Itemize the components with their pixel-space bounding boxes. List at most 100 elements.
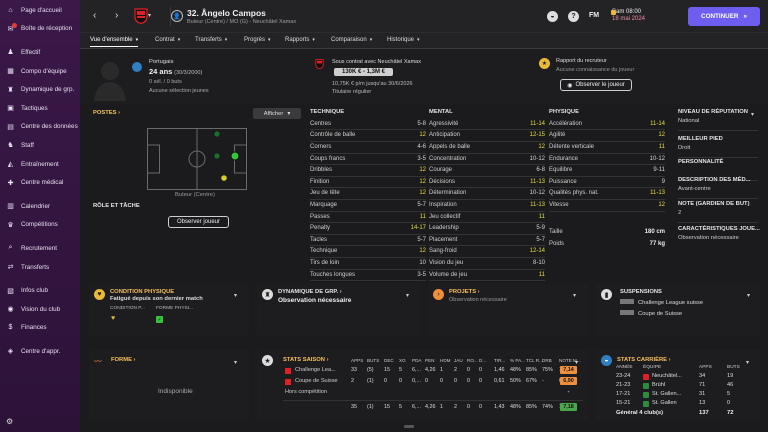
attribute-row[interactable]: Décisions 11-13: [429, 176, 545, 188]
stat-column-header[interactable]: % PA...: [510, 358, 525, 363]
attribute-row[interactable]: Centres 5-8: [310, 118, 426, 130]
career-stats-card[interactable]: ◒ STATS CARRIÈRE › ▾ ANNÉE ÉQUIPE APPS BUTS…: [596, 350, 760, 421]
condition-card[interactable]: ♥ CONDITION PHYSIQUE Fatigué depuis son …: [89, 284, 249, 335]
chevron-down-icon[interactable]: ▾: [234, 292, 237, 299]
sidebar-item-16[interactable]: $ Finances: [0, 319, 80, 338]
attribute-row[interactable]: Concentration 10-12: [429, 153, 545, 165]
sidebar-item-10[interactable]: ▥ Calendrier: [0, 197, 80, 216]
sidebar-item-11[interactable]: ♛ Compétitions: [0, 216, 80, 235]
attribute-row[interactable]: Equilibre 9-11: [549, 164, 665, 176]
stat-column-header[interactable]: PEN: [425, 358, 434, 363]
projects-card[interactable]: › PROJETS › Observation nécessaire ▾: [428, 284, 588, 335]
chevron-down-icon[interactable]: ▾: [575, 359, 578, 366]
career-column-header[interactable]: APPS: [699, 365, 712, 370]
stat-column-header[interactable]: D...: [479, 358, 486, 363]
sidebar-item-5[interactable]: ▣ Tactiques: [0, 99, 80, 118]
attribute-row[interactable]: Penalty 14-17: [310, 222, 426, 234]
sidebar-item-3[interactable]: ▦ Compo d'équipe: [0, 62, 80, 81]
attribute-row[interactable]: Endurance 10-12: [549, 153, 665, 165]
suspensions-card[interactable]: ▮ SUSPENSIONS Challenge League suisse Co…: [596, 284, 760, 335]
tab-5[interactable]: Comparaison ▾: [331, 37, 372, 43]
stat-column-header[interactable]: HDM: [440, 358, 450, 363]
attribute-row[interactable]: Finition 12: [310, 176, 426, 188]
nationality[interactable]: Portugais: [149, 59, 174, 65]
positions-title[interactable]: POSTES ›: [93, 110, 120, 116]
sidebar-item-4[interactable]: ♜ Dynamique de grp.: [0, 80, 80, 99]
attribute-row[interactable]: Dribbles 12: [310, 164, 426, 176]
sidebar-item-6[interactable]: ▤ Centre des données: [0, 118, 80, 137]
sidebar-item-15[interactable]: ◉ Vision du club: [0, 300, 80, 319]
attribute-row[interactable]: Jeu de tête 12: [310, 188, 426, 200]
attribute-row[interactable]: Passes 11: [310, 211, 426, 223]
attribute-row[interactable]: Accélération 11-14: [549, 118, 665, 130]
chevron-down-icon[interactable]: ▾: [747, 292, 750, 299]
sidebar-item-7[interactable]: ♞ Staff: [0, 136, 80, 155]
sidebar-item-0[interactable]: ⌂ Page d'accueil: [0, 1, 80, 20]
attribute-row[interactable]: Appels de balle 12: [429, 141, 545, 153]
world-icon[interactable]: ◒: [547, 11, 558, 22]
sidebar-item-14[interactable]: ▧ Infos club: [0, 281, 80, 300]
attribute-row[interactable]: Puissance 9: [549, 176, 665, 188]
attribute-row[interactable]: Détente verticale 11: [549, 141, 665, 153]
scroll-indicator[interactable]: [404, 425, 414, 428]
attribute-row[interactable]: Agressivité 11-14: [429, 118, 545, 130]
stat-column-header[interactable]: DRB: [542, 358, 552, 363]
sidebar-item-1[interactable]: ✉ Boîte de réception: [0, 20, 80, 39]
sidebar-item-2[interactable]: ♟ Effectif: [0, 43, 80, 62]
stat-column-header[interactable]: BUTS: [367, 358, 379, 363]
form-card[interactable]: 〰 FORME › Indisponible ▾: [89, 350, 249, 421]
attribute-row[interactable]: Vitesse 12: [549, 199, 665, 211]
attribute-row[interactable]: Anticipation 12-15: [429, 130, 545, 142]
fm-logo[interactable]: FM: [589, 12, 599, 19]
stat-column-header[interactable]: PDA: [412, 358, 421, 363]
club-crest-icon[interactable]: [134, 8, 148, 25]
competition-name[interactable]: Hors compétition: [285, 389, 327, 395]
settings-gear-icon[interactable]: ⚙: [6, 417, 13, 426]
sidebar-item-8[interactable]: ◭ Entraînement: [0, 155, 80, 174]
chevron-down-icon[interactable]: ▾: [573, 292, 576, 299]
attribute-row[interactable]: Inspiration 11-13: [429, 199, 545, 211]
date-display[interactable]: Sam 08:00 18 mai 2024: [612, 9, 645, 22]
attribute-row[interactable]: Tacles 5-7: [310, 234, 426, 246]
sidebar-item-9[interactable]: ✚ Centre médical: [0, 173, 80, 192]
attribute-row[interactable]: Technique 12: [310, 246, 426, 258]
career-column-header[interactable]: ÉQUIPE: [643, 365, 661, 370]
attribute-row[interactable]: Agilité 12: [549, 130, 665, 142]
tab-3[interactable]: Progrès ▾: [244, 37, 271, 43]
tab-6[interactable]: Historique ▾: [387, 37, 420, 43]
continue-button[interactable]: CONTINUER »: [688, 7, 760, 26]
stat-column-header[interactable]: DEC: [384, 358, 394, 363]
attribute-row[interactable]: Qualités phys. nat. 11-13: [549, 188, 665, 200]
sidebar-item-13[interactable]: ⇄ Transferts: [0, 258, 80, 277]
chevron-down-icon[interactable]: ▾: [406, 292, 409, 299]
attribute-row[interactable]: Sang-froid 12-14: [429, 246, 545, 258]
help-icon[interactable]: ?: [568, 11, 579, 22]
attribute-row[interactable]: Marquage 5-7: [310, 199, 426, 211]
sidebar-item-17[interactable]: ◈ Centre d'appr.: [0, 342, 80, 361]
show-dropdown[interactable]: Afficher ▾: [253, 108, 301, 119]
attribute-row[interactable]: Coups francs 3-5: [310, 153, 426, 165]
stat-column-header[interactable]: RO...: [467, 358, 478, 363]
career-column-header[interactable]: BUTS: [727, 365, 740, 370]
attribute-row[interactable]: Vision du jeu 8-10: [429, 257, 545, 269]
career-column-header[interactable]: ANNÉE: [616, 365, 633, 370]
attribute-row[interactable]: Corners 4-6: [310, 141, 426, 153]
stat-column-header[interactable]: TIR...: [494, 358, 505, 363]
tab-0[interactable]: Vue d'ensemble ▾: [90, 37, 139, 47]
stat-column-header[interactable]: TCL R...: [526, 358, 543, 363]
competition-name[interactable]: Coupe de Suisse: [295, 378, 338, 384]
attribute-row[interactable]: Jeu collectif 11: [429, 211, 545, 223]
tab-2[interactable]: Transferts ▾: [195, 37, 227, 43]
attribute-row[interactable]: Volume de jeu 11: [429, 269, 545, 281]
tab-1[interactable]: Contrat ▾: [155, 37, 180, 43]
season-stats-card[interactable]: ★ STATS SAISON › APPS BUTS DEC XG PDA PEN HDM J…: [257, 350, 588, 421]
dynamics-card[interactable]: ♜ DYNAMIQUE DE GRP. › Observation nécess…: [257, 284, 420, 335]
attribute-row[interactable]: Détermination 10-12: [429, 188, 545, 200]
observe-button[interactable]: Observer joueur: [168, 216, 229, 228]
stat-column-header[interactable]: JAU: [454, 358, 463, 363]
attribute-row[interactable]: Touches longues 3-5: [310, 269, 426, 281]
chevron-down-icon[interactable]: ▾: [234, 359, 237, 366]
forward-arrow-icon[interactable]: ›: [115, 10, 118, 21]
chevron-down-icon[interactable]: ▾: [148, 12, 151, 19]
attribute-row[interactable]: Contrôle de balle 12: [310, 130, 426, 142]
